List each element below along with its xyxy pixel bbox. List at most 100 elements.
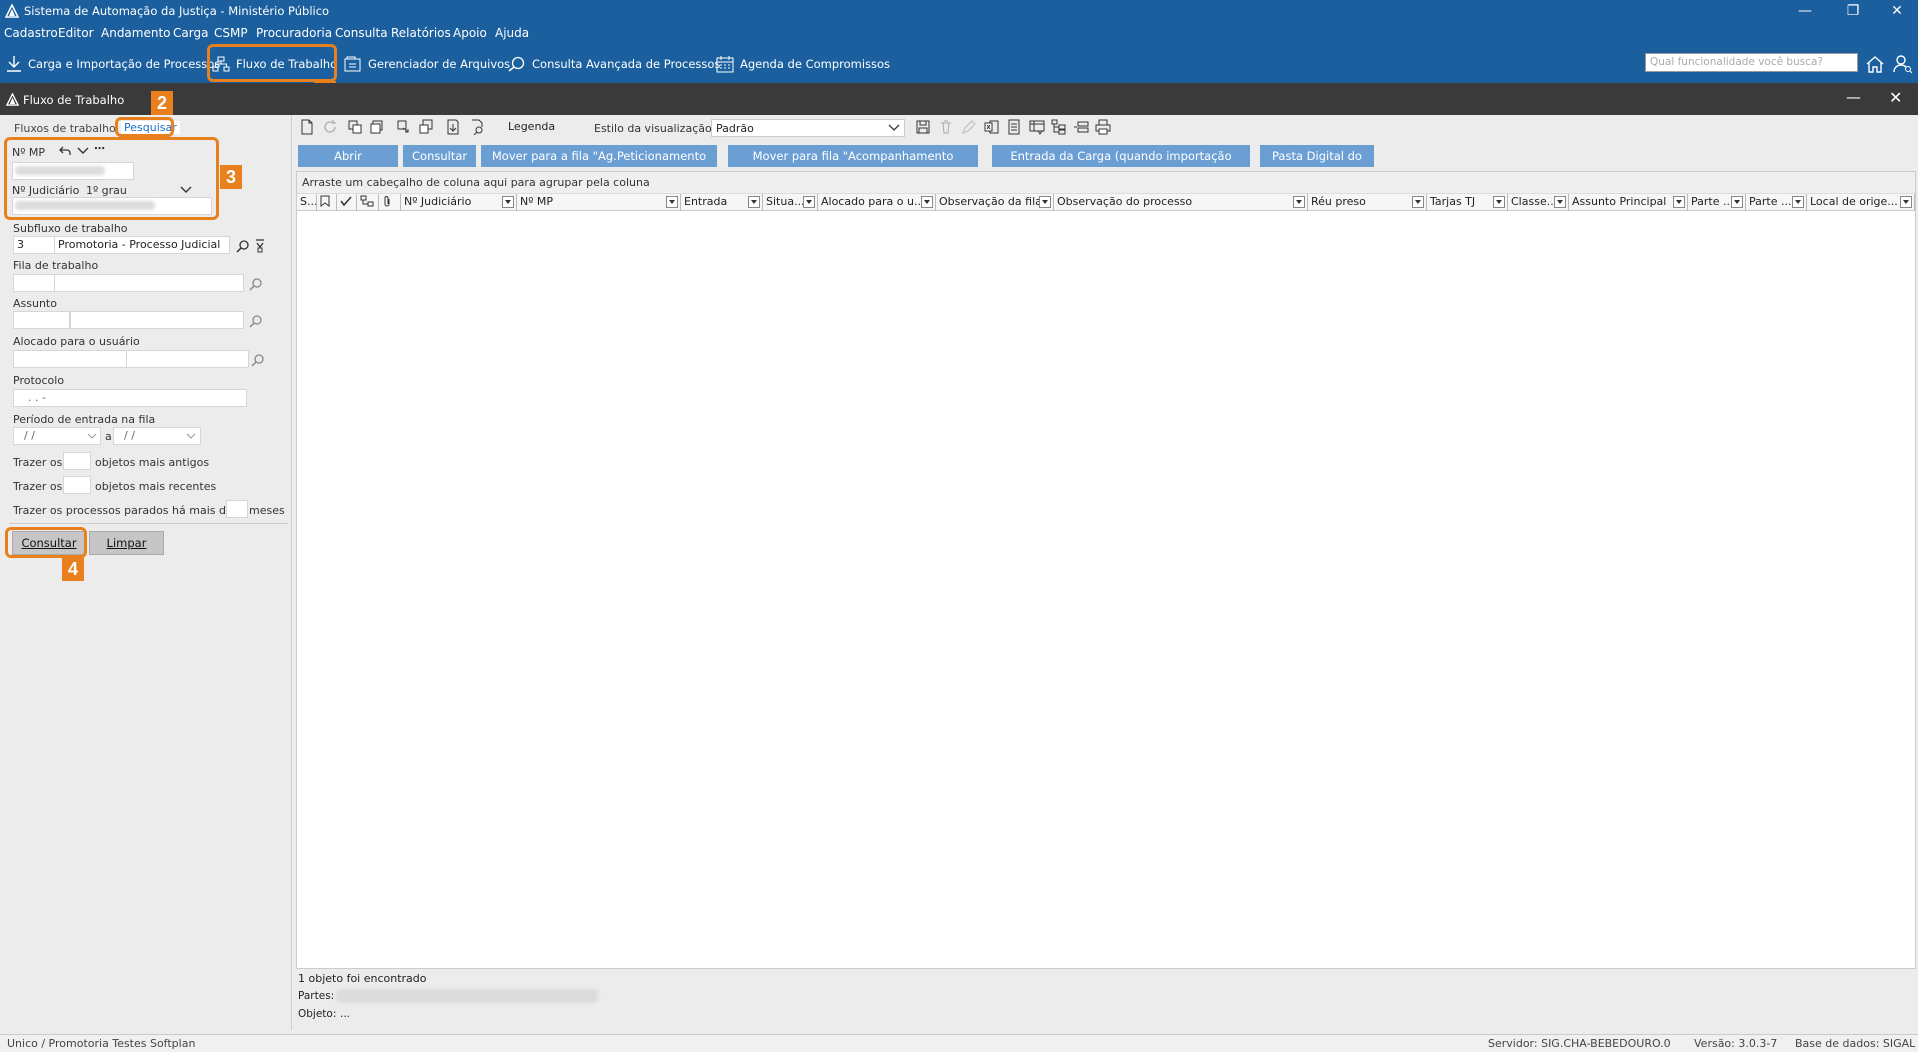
menu-relatorios[interactable]: Relatórios (391, 26, 451, 40)
new-document-icon[interactable] (299, 119, 315, 135)
user-search-icon[interactable] (1893, 54, 1913, 74)
tree-view-icon[interactable] (1051, 119, 1067, 135)
duplicate-icon[interactable] (369, 119, 385, 135)
fila-name-input[interactable] (54, 274, 244, 292)
consultar-action-button[interactable]: Consultar (403, 145, 476, 167)
edit-view-icon[interactable] (961, 119, 977, 135)
menu-andamento[interactable]: Andamento (101, 26, 171, 40)
document-list-icon[interactable] (1006, 119, 1022, 135)
columns-icon[interactable] (1029, 119, 1045, 135)
copy-icon[interactable] (347, 119, 363, 135)
filter-dropdown-icon[interactable] (666, 196, 678, 208)
close-window-button[interactable]: ✕ (1874, 0, 1918, 23)
check-column-header[interactable] (337, 194, 357, 211)
toolbar-agenda[interactable]: Agenda de Compromissos (716, 45, 890, 83)
menu-cadastro[interactable]: Cadastro (4, 26, 58, 40)
excel-export-icon[interactable] (984, 119, 1000, 135)
step-badge-2: 2 (151, 91, 173, 115)
assunto-name-input[interactable] (70, 311, 244, 329)
bookmark-column-header[interactable] (317, 194, 337, 211)
subfluxo-code-input[interactable]: 3 (13, 236, 55, 254)
menu-apoio[interactable]: Apoio (453, 26, 487, 40)
menu-consulta[interactable]: Consulta (335, 26, 388, 40)
export-icon[interactable] (445, 119, 461, 135)
trazer-antigos-input[interactable] (63, 452, 91, 470)
column-header[interactable]: Observação da fila (936, 194, 1054, 211)
protocolo-input[interactable]: . . - (13, 389, 247, 407)
attachment-column-header[interactable] (379, 194, 401, 211)
subfluxo-name-input[interactable]: Promotoria - Processo Judicial (54, 236, 230, 254)
delete-view-icon[interactable] (938, 119, 954, 135)
filter-dropdown-icon[interactable] (1900, 196, 1912, 208)
column-header[interactable]: Réu preso (1308, 194, 1427, 211)
menu-carga[interactable]: Carga (173, 26, 208, 40)
filter-dropdown-icon[interactable] (921, 196, 933, 208)
limpar-button[interactable]: Limpar (89, 531, 164, 555)
trazer-recentes-input[interactable] (63, 476, 91, 494)
chevron-down-icon[interactable] (87, 433, 97, 440)
restore-button[interactable]: ❐ (1830, 0, 1876, 23)
filter-dropdown-icon[interactable] (1412, 196, 1424, 208)
menu-editor[interactable]: Editor (58, 26, 94, 40)
home-icon[interactable] (1865, 54, 1885, 74)
menu-procuradoria[interactable]: Procuradoria (256, 26, 332, 40)
save-view-icon[interactable] (915, 119, 931, 135)
refresh-icon[interactable] (322, 119, 338, 135)
column-header[interactable]: S... (297, 194, 317, 211)
filter-dropdown-icon[interactable] (1493, 196, 1505, 208)
assunto-code-input[interactable] (13, 311, 70, 329)
menu-ajuda[interactable]: Ajuda (495, 26, 529, 40)
filter-dropdown-icon[interactable] (1293, 196, 1305, 208)
filter-dropdown-icon[interactable] (748, 196, 760, 208)
parados-pre: Trazer os processos parados há mais de (13, 504, 233, 517)
parados-input[interactable] (226, 500, 248, 518)
filter-dropdown-icon[interactable] (1039, 196, 1051, 208)
menu-csmp[interactable]: CSMP (214, 26, 248, 40)
minimize-button[interactable]: — (1782, 0, 1828, 23)
search-icon[interactable] (236, 239, 250, 253)
filter-dropdown-icon[interactable] (1673, 196, 1685, 208)
clear-field-icon[interactable] (255, 239, 265, 253)
trazer-recentes-pre: Trazer os (13, 480, 63, 493)
column-header[interactable]: Alocado para o u... (818, 194, 936, 211)
search-icon[interactable] (249, 314, 263, 328)
filter-dropdown-icon[interactable] (1731, 196, 1743, 208)
filter-dropdown-icon[interactable] (1554, 196, 1566, 208)
mover-acompanhamento-button[interactable]: Mover para fila "Acompanhamento Processu… (728, 145, 978, 185)
forward-icon[interactable] (396, 119, 412, 135)
column-header[interactable]: Observação do processo (1054, 194, 1308, 211)
abrir-cadastro-button[interactable]: Abrir Cadastro (298, 145, 398, 185)
panel-close-button[interactable]: ✕ (1889, 88, 1902, 107)
alocado-name-input[interactable] (126, 350, 249, 368)
search-icon[interactable] (249, 277, 263, 291)
toolbar-gerenciador-arquivos[interactable]: Gerenciador de Arquivos (344, 45, 510, 83)
alocado-code-input[interactable] (13, 350, 127, 368)
chevron-down-icon[interactable] (186, 433, 196, 440)
search-icon[interactable] (251, 353, 265, 367)
toolbar-carga-importacao[interactable]: Carga e Importação de Processos (6, 45, 220, 83)
fila-code-input[interactable] (13, 274, 55, 292)
filter-dropdown-icon[interactable] (803, 196, 815, 208)
pasta-digital-button[interactable]: Pasta Digital do TJ (1260, 145, 1374, 185)
tab-fluxos[interactable]: Fluxos de trabalho (14, 122, 116, 135)
move-icon[interactable] (418, 119, 434, 135)
legend-label[interactable]: Legenda (508, 120, 555, 133)
column-header[interactable]: Local de orige... (1807, 194, 1915, 211)
filter-dropdown-icon[interactable] (1792, 196, 1804, 208)
panel-minimize-button[interactable]: — (1846, 88, 1861, 106)
mover-peticionamento-button[interactable]: Mover para a fila "Ag.Peticionamento Ini… (481, 145, 717, 185)
highlight-box-2 (115, 117, 174, 137)
column-header[interactable]: Nº MP (517, 194, 681, 211)
toolbar-consulta-avancada[interactable]: Consulta Avançada de Processos (508, 45, 720, 83)
print-icon[interactable] (1095, 119, 1111, 135)
checkmark-icon (340, 196, 352, 207)
column-header[interactable]: Nº Judiciário (401, 194, 517, 211)
column-header[interactable]: Assunto Principal (1569, 194, 1688, 211)
feature-search-input[interactable]: Qual funcionalidade você busca? (1645, 53, 1858, 72)
collapse-icon[interactable] (1073, 119, 1089, 135)
search-document-icon[interactable] (470, 119, 486, 135)
view-style-select[interactable]: Padrão (711, 119, 905, 137)
filter-dropdown-icon[interactable] (502, 196, 514, 208)
status-column-header[interactable] (357, 194, 379, 211)
entrada-carga-button[interactable]: Entrada da Carga (quando importação manu… (992, 145, 1250, 185)
